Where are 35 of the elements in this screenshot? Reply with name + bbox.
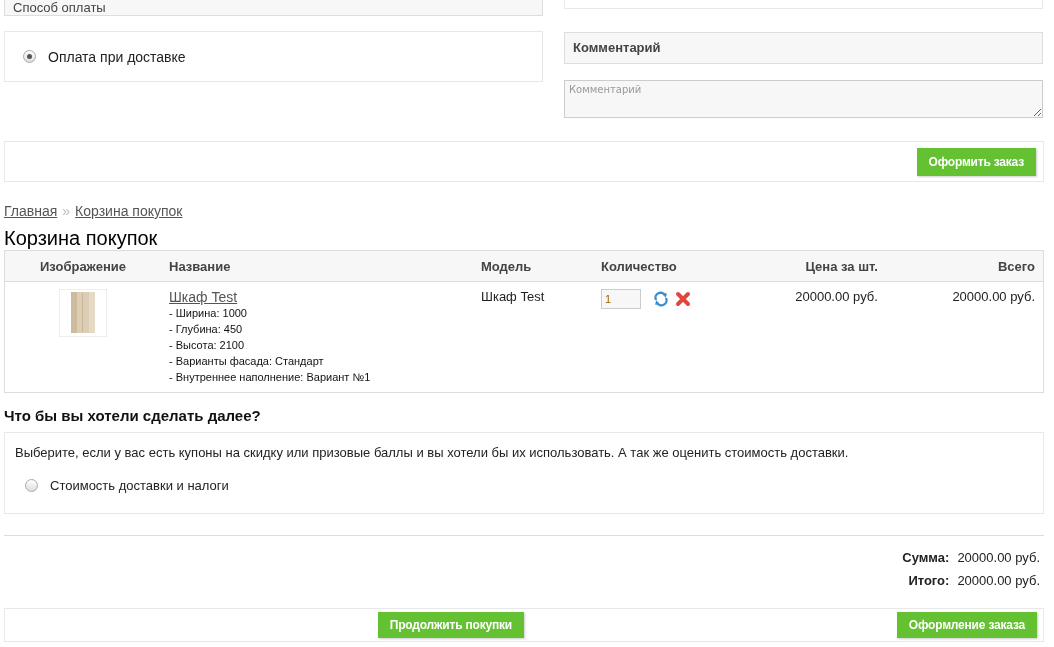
column-header: Изображение bbox=[4, 250, 161, 282]
total-price: 20000.00 руб. bbox=[952, 289, 1035, 304]
panel-header: Комментарий bbox=[564, 32, 1043, 64]
breadcrumb-link[interactable]: Корзина покупок bbox=[75, 203, 183, 219]
refresh-icon[interactable] bbox=[653, 291, 669, 307]
quantity-field[interactable]: 1 bbox=[601, 289, 641, 309]
product-option: - Высота: 2100 bbox=[169, 337, 465, 353]
description-text: Выберите, если у вас есть купоны на скидку или призовые баллы и вы хотели бы их использовать. А так же оценить стоимость доставки. bbox=[15, 445, 850, 460]
total-value: 20000.00 руб. bbox=[957, 573, 1040, 588]
total-label: Итого: bbox=[908, 573, 950, 588]
radio-button[interactable] bbox=[23, 50, 36, 63]
product-option: - Внутреннее наполнение: Вариант №1 bbox=[169, 369, 465, 385]
remove-icon[interactable] bbox=[675, 291, 691, 307]
breadcrumb-link[interactable]: Главная bbox=[4, 203, 58, 219]
total-value: 20000.00 руб. bbox=[957, 550, 1040, 565]
radio-button[interactable] bbox=[25, 479, 38, 492]
unit-price: 20000.00 руб. bbox=[795, 289, 878, 304]
panel-header: Способ оплаты bbox=[4, 0, 543, 16]
product-option: - Варианты фасада: Стандарт bbox=[169, 353, 465, 369]
column-header: Модель bbox=[473, 250, 593, 282]
product-link[interactable]: Шкаф Test bbox=[169, 289, 238, 305]
page-title: Корзина покупок bbox=[4, 226, 159, 250]
radio-label: Стоимость доставки и налоги bbox=[50, 478, 229, 493]
column-header: Цена за шт. bbox=[729, 250, 886, 282]
breadcrumb-separator: » bbox=[62, 203, 71, 219]
product-option: - Глубина: 450 bbox=[169, 321, 465, 337]
column-header: Количество bbox=[593, 250, 729, 282]
section-title: Что бы вы хотели сделать далее? bbox=[4, 407, 262, 424]
comment-field[interactable]: Комментарий bbox=[564, 80, 1043, 118]
model-text: Шкаф Test bbox=[481, 289, 545, 304]
radio-label: Оплата при доставке bbox=[48, 48, 186, 65]
product-option: - Ширина: 1000 bbox=[169, 305, 465, 321]
column-header: Название bbox=[161, 250, 473, 282]
column-header: Всего bbox=[885, 250, 1044, 282]
total-label: Сумма: bbox=[902, 550, 950, 565]
